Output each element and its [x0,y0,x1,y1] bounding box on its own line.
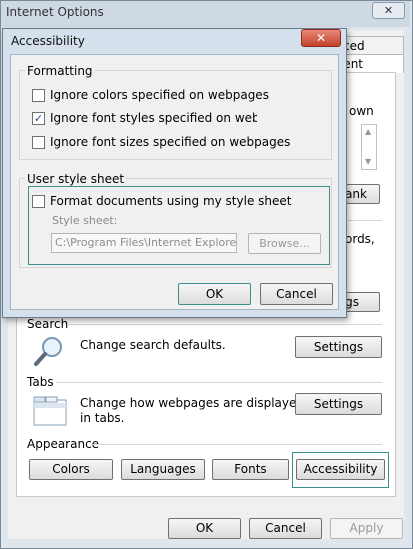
ignore-font-styles-label: Ignore font styles specified on webpages [50,111,257,125]
partial-divider [348,220,382,221]
dialog-title: Accessibility [11,34,85,48]
languages-button[interactable]: Languages [121,459,205,480]
fonts-button[interactable]: Fonts [212,459,289,480]
dialog-ok-button[interactable]: OK [178,283,251,305]
ignore-font-sizes-checkbox[interactable] [32,136,45,149]
format-documents-checkbox[interactable] [32,195,45,208]
outer-ok-button[interactable]: OK [168,518,241,539]
accessibility-button[interactable]: Accessibility [296,459,385,480]
style-sheet-field-label: Style sheet: [52,214,118,227]
colors-button[interactable]: Colors [29,459,113,480]
partial-text-words: ords, [345,232,375,246]
tabs-settings-button[interactable]: Settings [295,393,382,415]
search-settings-button[interactable]: Settings [295,336,382,358]
search-divider [68,324,382,325]
tabs-description-line1: Change how webpages are displayed [80,396,305,410]
search-group-label: Search [27,317,69,331]
tabs-description-line2: in tabs. [80,411,125,425]
tabbed-window-icon [33,396,67,426]
tabs-group-label: Tabs [27,375,54,389]
appearance-divider [92,444,382,445]
ignore-font-styles-checkbox[interactable]: ✓ [32,112,45,125]
outer-cancel-button[interactable]: Cancel [249,518,322,539]
search-description: Change search defaults. [80,338,226,352]
dialog-cancel-button[interactable]: Cancel [260,283,333,305]
ignore-colors-checkbox[interactable] [32,89,45,102]
dialog-close-button[interactable]: ✕ [301,29,341,47]
outer-window-title: Internet Options [6,5,104,19]
style-sheet-path-input[interactable]: C:\Program Files\Internet Explorer\ [51,233,237,253]
partial-listbox-scrollbar[interactable]: ▲ ▼ [361,124,377,170]
browse-button[interactable]: Browse... [248,233,321,254]
magnifier-icon [33,334,67,368]
ignore-font-sizes-label: Ignore font sizes specified on webpages [50,135,291,149]
appearance-group-label: Appearance [27,437,100,451]
formatting-legend: Formatting [25,64,95,78]
ignore-colors-label: Ignore colors specified on webpages [50,88,269,102]
user-style-sheet-legend: User style sheet [25,172,127,186]
partial-text-own: own [349,104,374,118]
format-documents-label: Format documents using my style sheet [50,194,292,208]
outer-close-button[interactable]: ✕ [372,2,405,19]
outer-apply-button[interactable]: Apply [330,518,403,539]
tabs-divider [56,382,382,383]
